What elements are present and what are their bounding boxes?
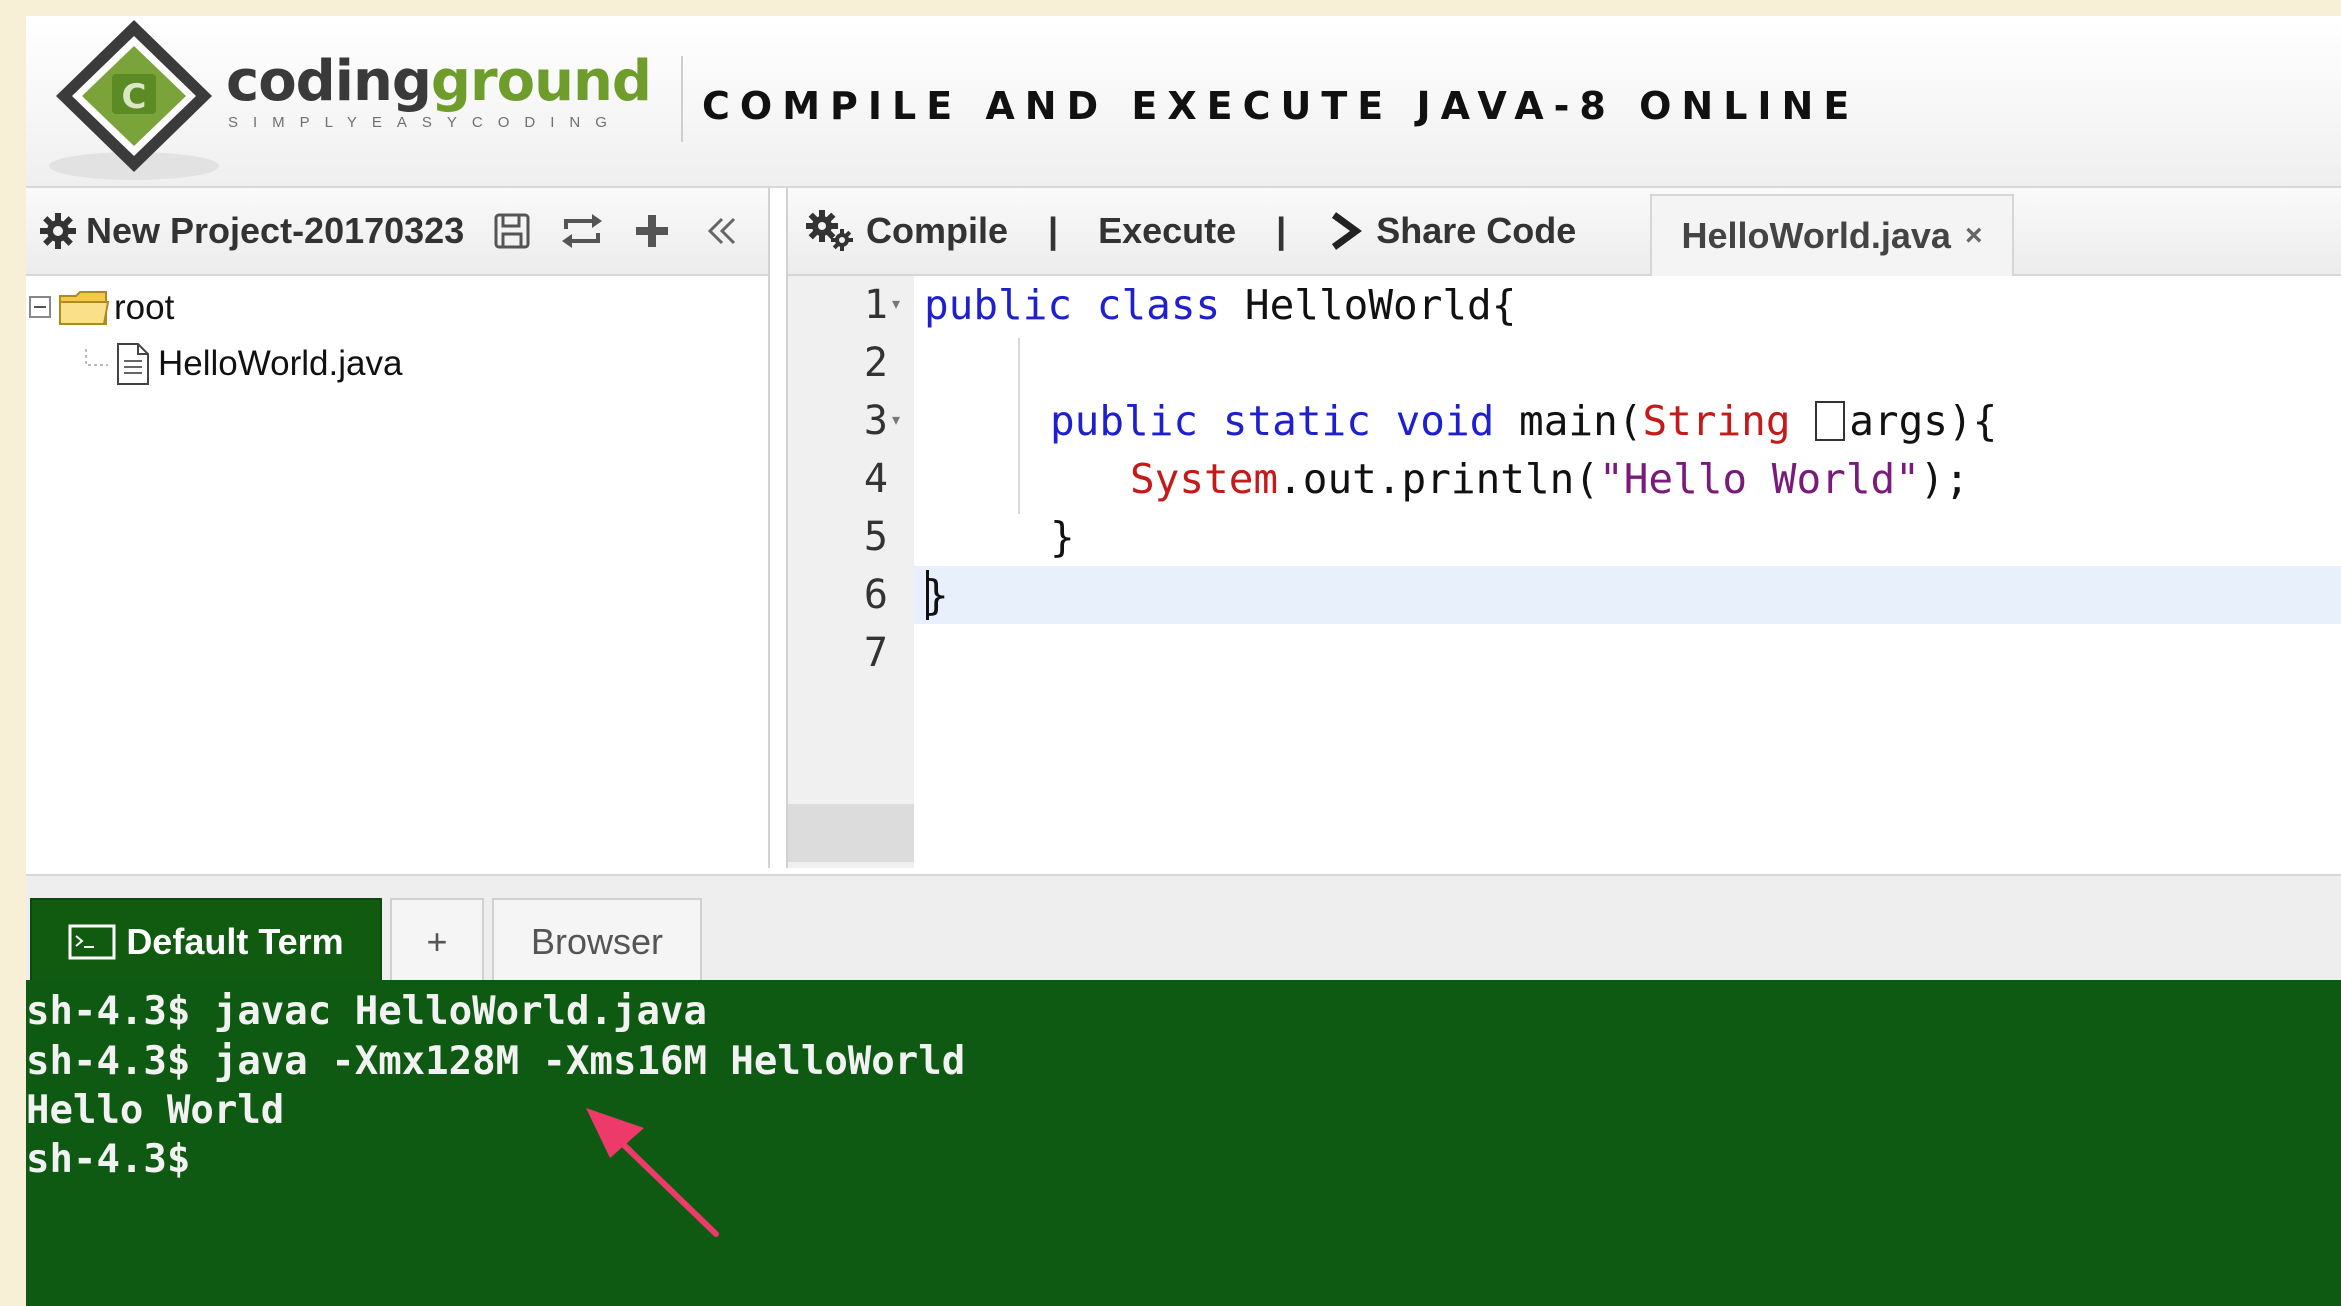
terminal-line: sh-4.3$ javac HelloWorld.java [26, 989, 707, 1034]
line-number: 1 [863, 282, 888, 328]
execute-button[interactable]: Execute [1098, 210, 1236, 252]
editor-panel: Compile | Execute | Share Code HelloWorl… [786, 188, 2341, 868]
terminal-line: Hello World [26, 1088, 285, 1133]
line-gutter: 1 ▾ 2 3 ▾ 4 5 6 7 [788, 276, 914, 868]
svg-text:C: C [122, 77, 147, 117]
collapse-toggle-icon[interactable] [28, 295, 54, 321]
indent-guide [1018, 338, 1020, 514]
terminal-output[interactable]: sh-4.3$ javac HelloWorld.java sh-4.3$ ja… [26, 980, 2341, 1306]
compile-label: Compile [866, 210, 1009, 251]
logo-tagline: SIMPLYEASYCODING [228, 114, 622, 131]
project-toolbar: New Project-20170323 [26, 188, 768, 276]
gears-icon [806, 210, 853, 251]
project-panel: New Project-20170323 root HelloWorld.jav… [26, 188, 770, 868]
active-line-highlight [914, 566, 2341, 624]
line-number: 6 [863, 572, 888, 618]
line-number: 7 [863, 630, 888, 676]
active-line-gutter [788, 804, 914, 862]
codingground-logo-icon: C [49, 20, 219, 180]
tree-item-file[interactable]: HelloWorld.java [82, 342, 402, 386]
tab-browser[interactable]: Browser [492, 898, 702, 984]
header: C codingground SIMPLYEASYCODING COMPILE … [26, 16, 2341, 188]
project-menu[interactable]: New Project-20170323 [38, 210, 464, 252]
header-divider [681, 56, 683, 142]
code-line-3: public static void main(String args){ [1050, 397, 1998, 445]
code-line-5: } [1050, 513, 1075, 561]
missing-glyph-box [1815, 401, 1846, 441]
folder-icon [59, 291, 110, 325]
refresh-icon[interactable] [560, 209, 604, 253]
line-number: 2 [863, 340, 888, 386]
editor-toolbar: Compile | Execute | Share Code HelloWorl… [788, 188, 2341, 276]
fold-arrow-icon[interactable]: ▾ [892, 276, 912, 334]
share-arrow-icon [1332, 212, 1363, 250]
line-number: 3 [863, 398, 888, 444]
file-icon [117, 343, 149, 385]
toolbar-separator: | [1048, 210, 1059, 251]
fold-arrow-icon[interactable]: ▾ [892, 392, 912, 450]
annotation-arrow-icon [586, 1108, 719, 1237]
code-editor[interactable]: public class HelloWorld{ public static v… [914, 276, 2341, 868]
logo-primary: coding [226, 49, 432, 114]
terminal-tabbar: Default Term + Browser [26, 874, 2341, 984]
logo-wordmark: codingground [226, 49, 652, 114]
add-icon[interactable] [630, 209, 674, 253]
app-window: C codingground SIMPLYEASYCODING COMPILE … [26, 16, 2341, 1306]
file-tab-label: HelloWorld.java [1681, 215, 1951, 256]
add-terminal-button[interactable]: + [390, 898, 484, 984]
terminal-line: sh-4.3$ [26, 1137, 191, 1182]
default-term-label: Default Term [126, 921, 344, 962]
tree-connector [85, 349, 108, 366]
page-title: COMPILE AND EXECUTE JAVA-8 ONLINE [702, 84, 1860, 128]
share-code-button[interactable]: Share Code [1326, 209, 1576, 253]
terminal-icon [68, 924, 116, 960]
toolbar-separator: | [1276, 210, 1287, 251]
project-name: New Project-20170323 [86, 210, 465, 251]
execute-label: Execute [1098, 210, 1237, 251]
logo-secondary: ground [430, 49, 652, 114]
tab-helloworld-java[interactable]: HelloWorld.java × [1650, 194, 2014, 276]
compile-button[interactable]: Compile [804, 208, 1008, 254]
gear-icon [40, 213, 76, 249]
code-line-4: System.out.println("Hello World"); [1130, 455, 1970, 503]
tree-root-label: root [114, 288, 175, 327]
save-icon[interactable] [490, 209, 534, 253]
text-cursor [926, 570, 929, 620]
tree-file-label: HelloWorld.java [158, 344, 403, 383]
line-number: 4 [863, 456, 888, 502]
tab-default-term[interactable]: Default Term [30, 898, 382, 984]
share-label: Share Code [1376, 210, 1577, 251]
tree-item-root[interactable]: root [28, 288, 174, 328]
collapse-icon[interactable] [700, 209, 744, 253]
code-line-1: public class HelloWorld{ [924, 281, 1517, 329]
terminal-line: sh-4.3$ java -Xmx128M -Xms16M HelloWorld [26, 1039, 966, 1084]
line-number: 5 [863, 514, 888, 560]
close-icon[interactable]: × [1965, 219, 1983, 253]
